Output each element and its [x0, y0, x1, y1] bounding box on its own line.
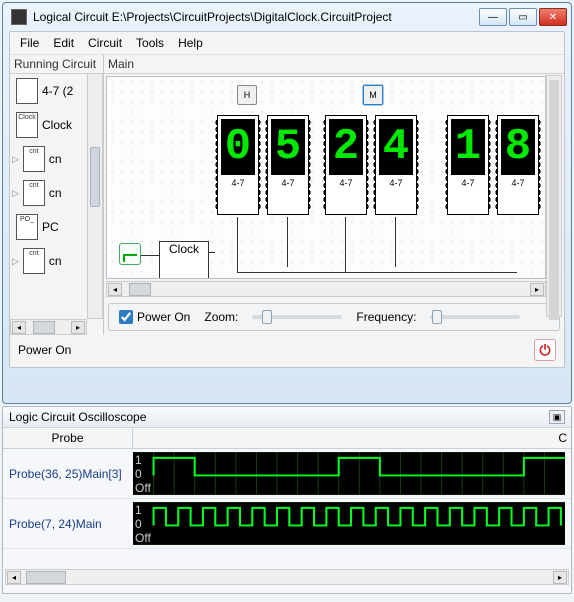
probe-label[interactable]: Probe(36, 25)Main[3]: [3, 449, 133, 498]
seg-display[interactable]: 24-7: [325, 115, 367, 215]
canvas-pane: Main H M Clock 04-7 54-7 24-7 44-7 14-7 …: [104, 55, 564, 335]
chip-icon: PO_: [16, 214, 38, 240]
oscilloscope-title: Logic Circuit Oscilloscope: [9, 410, 146, 424]
main-window: Logical Circuit E:\Projects\CircuitProje…: [2, 2, 572, 404]
close-button[interactable]: ✕: [539, 8, 567, 26]
scroll-right-icon[interactable]: ▸: [553, 571, 567, 584]
chip-icon: cnt: [23, 180, 45, 206]
value-column-header[interactable]: C: [133, 428, 571, 448]
probe-column-header[interactable]: Probe: [3, 428, 133, 448]
frequency-label: Frequency:: [356, 310, 416, 324]
canvas-header: Main: [104, 55, 564, 74]
chip-icon: cnt: [23, 146, 45, 172]
chip-icon: [16, 78, 38, 104]
seg-display[interactable]: 14-7: [447, 115, 489, 215]
running-circuit-header: Running Circuit: [10, 55, 103, 74]
client-area: File Edit Circuit Tools Help Running Cir…: [9, 31, 565, 368]
titlebar: Logical Circuit E:\Projects\CircuitProje…: [3, 3, 571, 31]
frequency-slider[interactable]: [430, 315, 520, 319]
workspace: Running Circuit 4-7 (2 ClockClock ▷cntcn…: [10, 55, 564, 335]
probe-label[interactable]: Probe(7, 24)Main: [3, 499, 133, 548]
power-on-input[interactable]: [119, 310, 133, 324]
expand-icon[interactable]: ▷: [12, 256, 19, 267]
scroll-right-icon[interactable]: ▸: [71, 321, 85, 334]
zoom-label: Zoom:: [204, 310, 238, 324]
seg-display[interactable]: 04-7: [217, 115, 259, 215]
tree-vscroll[interactable]: [87, 73, 103, 319]
power-on-checkbox[interactable]: Power On: [119, 310, 190, 324]
minimize-button[interactable]: —: [479, 8, 507, 26]
tree-hscroll[interactable]: ◂▸: [10, 319, 87, 335]
maximize-button[interactable]: ▭: [509, 8, 537, 26]
menu-tools[interactable]: Tools: [136, 36, 164, 50]
seg-display[interactable]: 44-7: [375, 115, 417, 215]
probe-waveform: 10Off: [133, 502, 565, 545]
expand-icon[interactable]: ▷: [12, 188, 19, 199]
canvas-hscroll[interactable]: ◂▸: [106, 281, 546, 297]
oscilloscope-close-button[interactable]: ▣: [549, 410, 565, 424]
chip-icon: cnt: [23, 248, 45, 274]
scroll-left-icon[interactable]: ◂: [7, 571, 21, 584]
window-title: Logical Circuit E:\Projects\CircuitProje…: [33, 10, 479, 24]
chip-icon: Clock: [16, 112, 38, 138]
app-icon: [11, 9, 27, 25]
probe-waveform: 10Off: [133, 452, 565, 495]
pulse-source[interactable]: [119, 243, 141, 265]
scroll-left-icon[interactable]: ◂: [108, 283, 122, 296]
status-bar: Power On ⏻: [10, 335, 564, 367]
oscilloscope-header: Probe C: [3, 428, 571, 449]
menubar: File Edit Circuit Tools Help: [10, 32, 564, 55]
scroll-left-icon[interactable]: ◂: [12, 321, 26, 334]
seg-display[interactable]: 54-7: [267, 115, 309, 215]
menu-file[interactable]: File: [20, 36, 39, 50]
oscilloscope-body: Probe(36, 25)Main[3] 10Off Probe(7, 24)M…: [3, 449, 571, 567]
oscilloscope-hscroll[interactable]: ◂▸: [5, 569, 569, 585]
circuit-canvas[interactable]: H M Clock 04-7 54-7 24-7 44-7 14-7 84-7: [106, 76, 546, 279]
menu-circuit[interactable]: Circuit: [88, 36, 122, 50]
probe-row: Probe(36, 25)Main[3] 10Off: [3, 449, 571, 499]
menu-edit[interactable]: Edit: [53, 36, 74, 50]
canvas-vscroll[interactable]: [546, 75, 562, 317]
control-bar: Power On Zoom: Frequency:: [108, 303, 560, 331]
seg-display[interactable]: 84-7: [497, 115, 539, 215]
menu-help[interactable]: Help: [178, 36, 203, 50]
probe-row: Probe(7, 24)Main 10Off: [3, 499, 571, 549]
oscilloscope-titlebar: Logic Circuit Oscilloscope ▣: [3, 407, 571, 428]
zoom-slider[interactable]: [252, 315, 342, 319]
expand-icon[interactable]: ▷: [12, 154, 19, 165]
scroll-right-icon[interactable]: ▸: [530, 283, 544, 296]
m-button[interactable]: M: [363, 85, 383, 105]
power-button[interactable]: ⏻: [534, 339, 556, 361]
h-button[interactable]: H: [237, 85, 257, 105]
status-text: Power On: [18, 343, 71, 357]
running-circuit-pane: Running Circuit 4-7 (2 ClockClock ▷cntcn…: [10, 55, 104, 335]
oscilloscope-panel: Logic Circuit Oscilloscope ▣ Probe C Pro…: [2, 406, 572, 594]
clock-chip[interactable]: Clock: [159, 241, 209, 279]
